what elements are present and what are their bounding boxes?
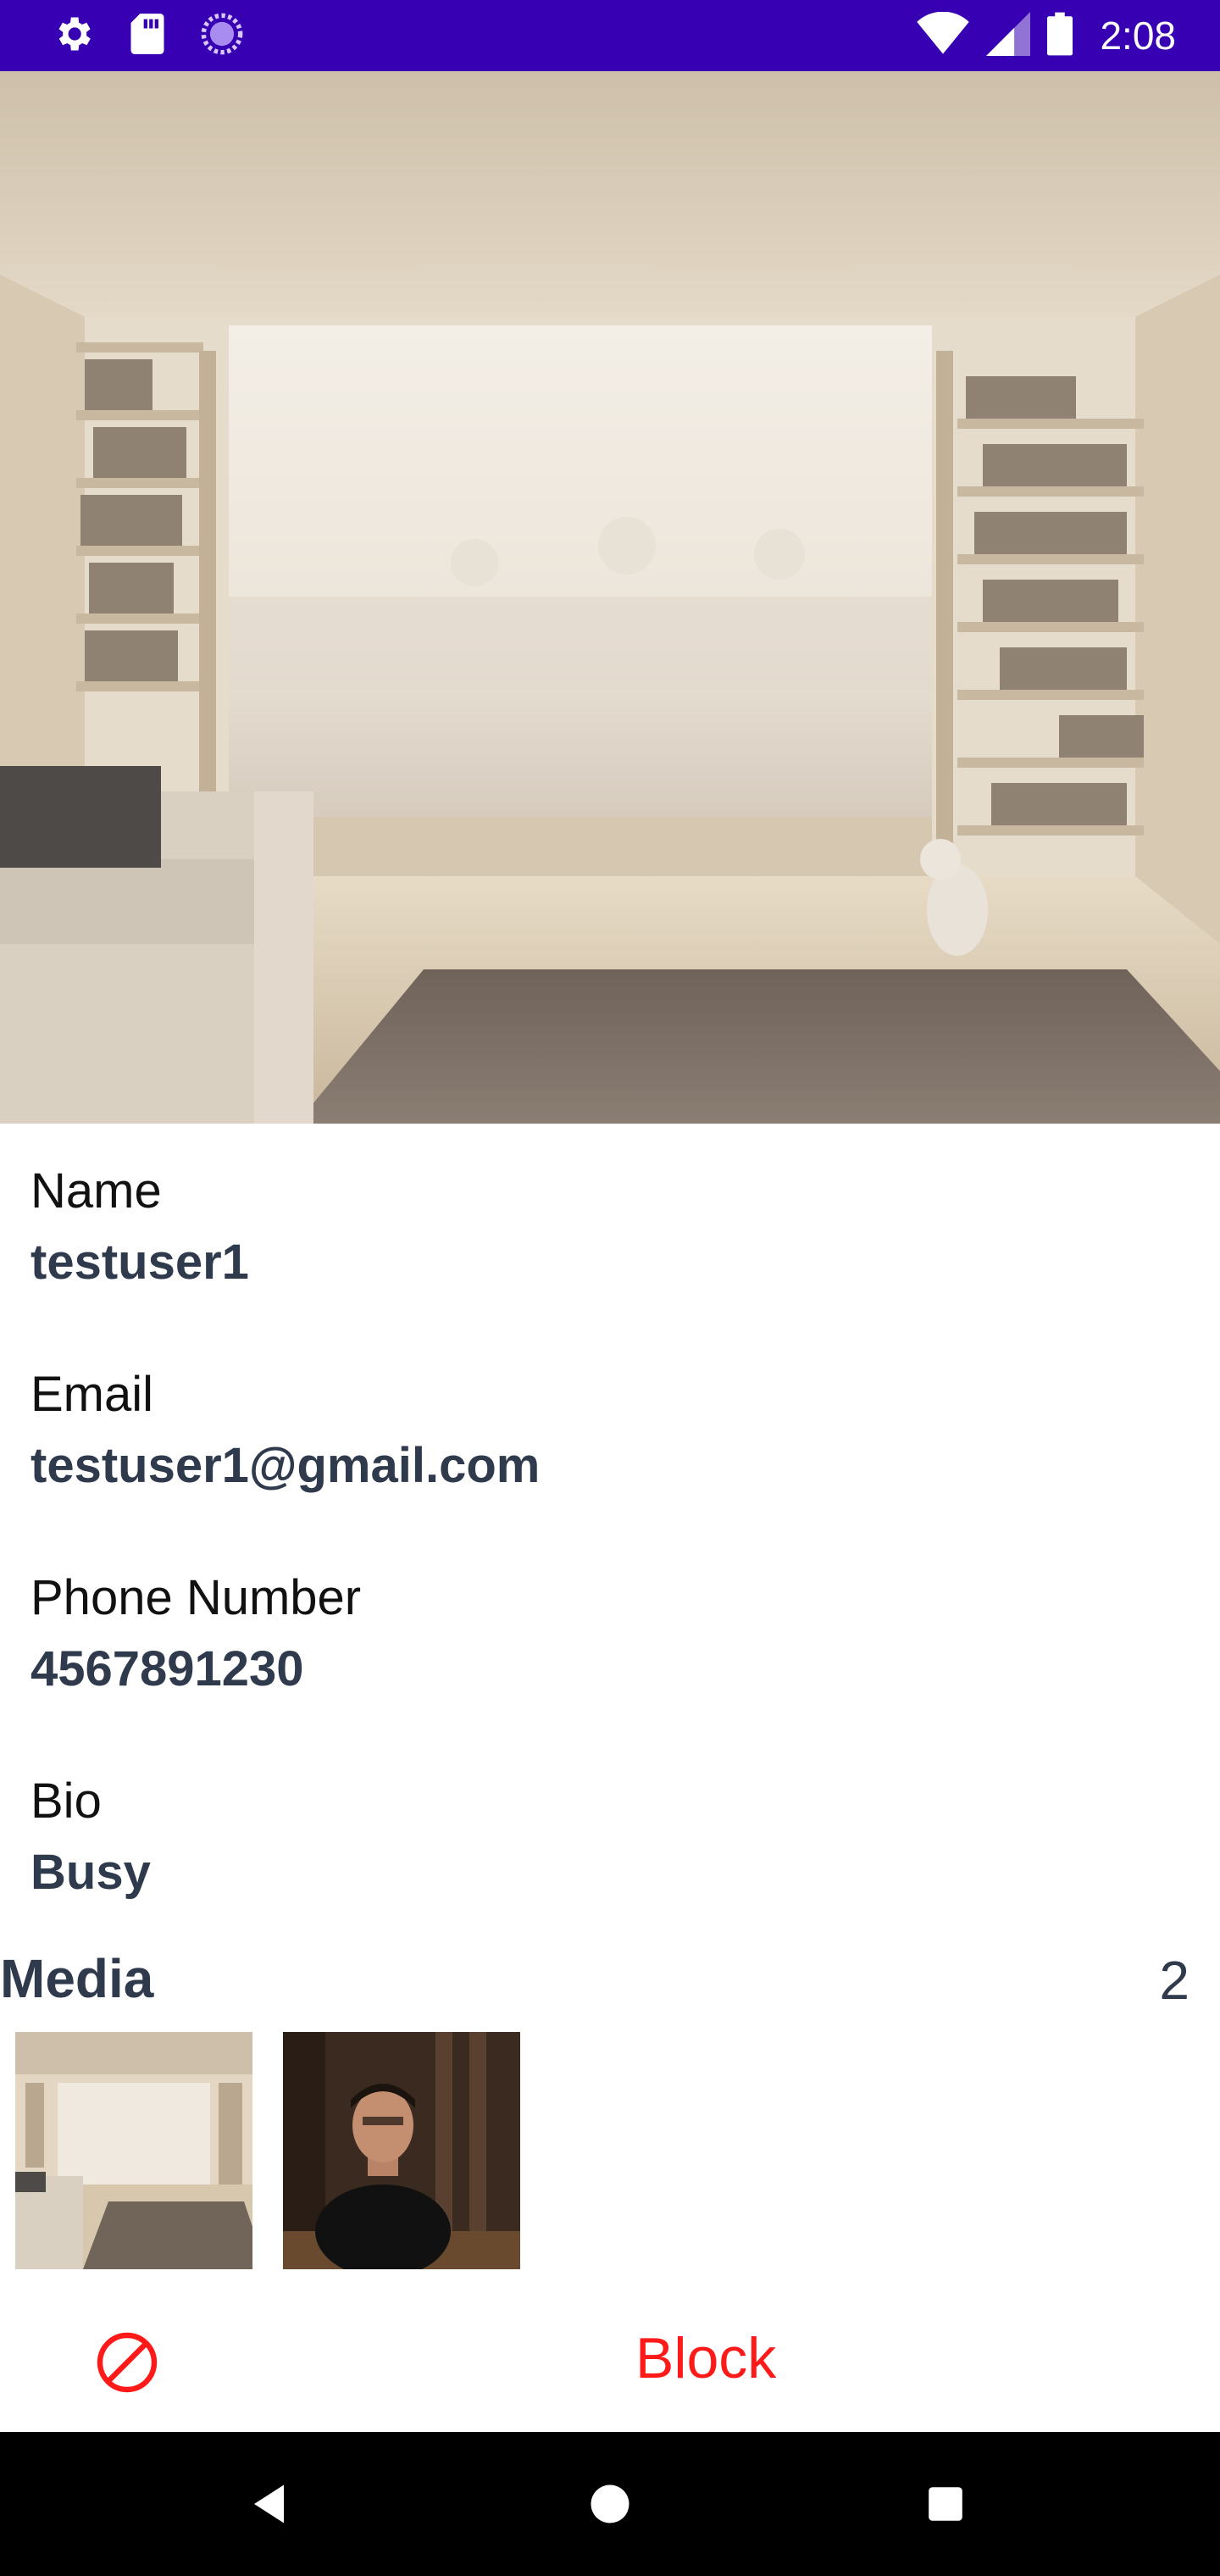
status-time: 2:08	[1100, 14, 1176, 58]
bio-label: Bio	[30, 1774, 102, 1829]
email-label: Email	[30, 1367, 154, 1422]
bio-value: Busy	[30, 1845, 151, 1900]
status-bar: 2:08	[0, 0, 1220, 71]
recents-icon[interactable]	[912, 2470, 979, 2538]
sd-card-icon	[129, 12, 166, 60]
media-thumbnail[interactable]	[283, 2032, 520, 2269]
cell-signal-icon	[986, 11, 1031, 60]
media-title: Media	[0, 1948, 154, 2009]
media-count: 2	[1159, 1950, 1190, 2011]
profile-cover-image[interactable]	[0, 71, 1220, 1124]
name-label: Name	[30, 1163, 162, 1219]
bio-field: Bio Busy	[30, 1734, 1183, 1937]
email-value: testuser1@gmail.com	[30, 1438, 541, 1493]
name-value: testuser1	[30, 1235, 249, 1290]
phone-value: 4567891230	[30, 1641, 304, 1696]
email-field: Email testuser1@gmail.com	[30, 1327, 1183, 1530]
system-nav-bar	[0, 2432, 1220, 2576]
media-thumbnail[interactable]	[15, 2032, 252, 2269]
back-icon[interactable]	[237, 2470, 305, 2538]
phone-label: Phone Number	[30, 1570, 362, 1625]
gear-icon	[51, 12, 95, 60]
wifi-icon	[917, 11, 970, 60]
block-user-button[interactable]: Block	[0, 2305, 1220, 2423]
block-label: Block	[635, 2326, 777, 2390]
battery-icon	[1047, 12, 1073, 60]
media-header: Media 2	[0, 1944, 1220, 2020]
block-icon	[93, 2329, 161, 2396]
sync-icon	[200, 12, 244, 60]
profile-info: Name testuser1 Email testuser1@gmail.com…	[30, 1124, 1183, 1937]
phone-field: Phone Number 4567891230	[30, 1530, 1183, 1734]
home-icon[interactable]	[576, 2470, 644, 2538]
name-field: Name testuser1	[30, 1124, 1183, 1327]
